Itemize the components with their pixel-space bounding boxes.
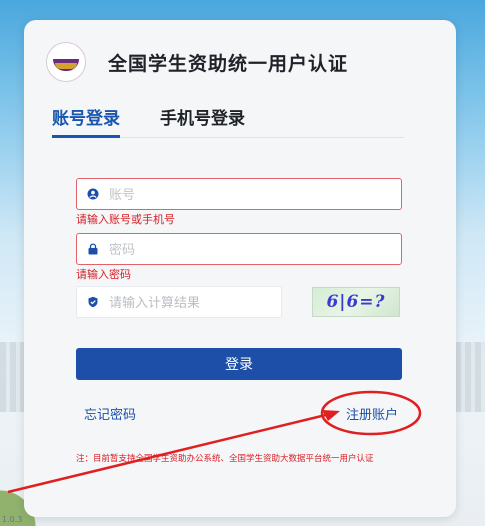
logo-icon [46,42,86,82]
header: 全国学生资助统一用户认证 [46,42,348,82]
account-input[interactable] [107,179,391,211]
register-link[interactable]: 注册账户 [346,404,398,423]
password-field[interactable] [76,233,402,266]
shield-icon [88,296,98,308]
account-field[interactable] [76,178,402,211]
user-icon [87,188,99,200]
tab-account-login[interactable]: 账号登录 [52,104,120,129]
captcha-field[interactable] [76,286,282,319]
account-error: 请输入账号或手机号 [76,213,175,226]
version-label: 1.0.3 [2,515,23,524]
login-button[interactable]: 登录 [76,348,402,380]
captcha-image[interactable]: 6|6=? [312,287,400,317]
captcha-input[interactable] [107,287,281,319]
lock-icon [88,243,98,255]
support-note: 注：目前暂支持全国学生资助办公系统、全国学生资助大数据平台统一用户认证 [76,454,374,464]
login-tabs: 账号登录 手机号登录 [52,104,404,138]
tab-phone-login[interactable]: 手机号登录 [160,104,245,129]
forgot-password-link[interactable]: 忘记密码 [84,404,136,423]
password-input[interactable] [107,234,391,266]
tab-active-indicator [52,135,120,138]
page-title: 全国学生资助统一用户认证 [108,52,349,75]
password-error: 请输入密码 [76,268,131,281]
